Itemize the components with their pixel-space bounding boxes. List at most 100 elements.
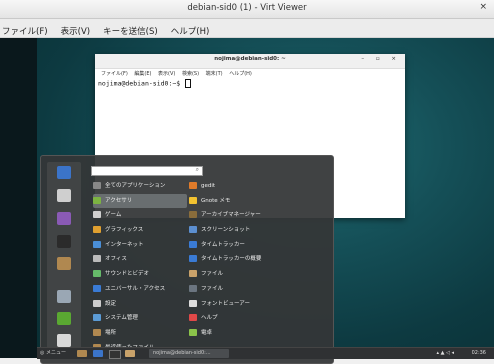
category-label: ゲーム — [105, 212, 122, 219]
terminal-menu-terminal[interactable]: 端末(T) — [206, 71, 223, 77]
application-item[interactable]: Gnote メモ — [189, 194, 329, 209]
panel-files-icon[interactable] — [77, 350, 87, 357]
internet-icon — [93, 240, 101, 248]
guest-display[interactable]: nojima@debian-sid0: ~ – ▫ × ファイル(F) 編集(E… — [0, 38, 494, 364]
panel-folder-icon[interactable] — [125, 350, 135, 357]
application-item[interactable]: フォントビューアー — [189, 297, 329, 312]
application-label: スクリーンショット — [201, 227, 251, 234]
search-input[interactable]: ⌕ — [91, 166, 203, 176]
category-label: システム管理 — [105, 315, 138, 322]
panel-menu-button[interactable]: ◎ メニュー — [40, 350, 66, 357]
application-label: gedit — [201, 183, 216, 189]
terminal-window-controls[interactable]: – ▫ × — [361, 56, 401, 62]
application-label: Gnote メモ — [201, 197, 231, 204]
accessibility-icon — [93, 284, 101, 292]
gedit-icon — [189, 182, 197, 189]
application-item[interactable]: ファイル — [189, 282, 329, 297]
files-icon — [189, 284, 197, 292]
terminal-menu-search[interactable]: 検索(S) — [182, 71, 199, 77]
application-item[interactable]: スクリーンショット — [189, 223, 329, 238]
category-label: 設定 — [105, 300, 117, 307]
display-margin — [0, 38, 37, 358]
category-item[interactable]: アクセサリ — [93, 193, 187, 209]
application-label: フォントビューアー — [201, 300, 250, 307]
category-list: 全てのアプリケーション アクセサリゲームグラフィックス インターネット オフィスサウン… — [93, 179, 187, 355]
applications-menu: ⌕ 全てのアプリケーション アクセサリゲームグラフィックス インターネット オフィスサ… — [40, 155, 334, 364]
firefox-icon[interactable] — [57, 166, 71, 179]
places-icon — [93, 328, 101, 336]
application-label: タイムトラッカー — [201, 241, 245, 248]
menu-help[interactable]: ヘルプ(H) — [167, 22, 214, 37]
system-icon — [93, 314, 101, 322]
category-label: インターネット — [105, 241, 144, 248]
application-item[interactable]: アーカイブマネージャー — [189, 208, 329, 223]
application-label: 電卓 — [201, 329, 213, 336]
archive-icon — [189, 211, 197, 219]
panel-clock[interactable]: 02:36 — [472, 350, 486, 357]
category-item[interactable]: 全てのアプリケーション — [93, 179, 187, 194]
category-label: グラフィックス — [105, 227, 144, 234]
category-item[interactable]: サウンドとビデオ — [93, 267, 187, 282]
search-icon: ⌕ — [195, 166, 199, 173]
panel-tray-icons[interactable]: ▴ ▲ ◁ ◂ — [437, 350, 454, 357]
application-label: ヘルプ — [201, 315, 218, 322]
package-icon[interactable] — [57, 212, 71, 225]
window-title: debian-sid0 (1) - Virt Viewer — [187, 3, 307, 13]
category-label: オフィス — [105, 256, 127, 263]
monitor-icon[interactable] — [57, 290, 71, 303]
terminal-titlebar[interactable]: nojima@debian-sid0: ~ – ▫ × — [95, 54, 405, 69]
menu-send-key[interactable]: キーを送信(S) — [99, 22, 162, 37]
panel-task-terminal[interactable]: nojima@debian-sid0:... — [149, 349, 229, 358]
accessories-icon — [93, 196, 101, 204]
apps-icon — [93, 182, 101, 189]
application-item[interactable]: gedit — [189, 179, 329, 194]
application-item[interactable]: ファイル — [189, 267, 329, 282]
application-label: タイムトラッカーの概要 — [201, 256, 262, 263]
menu-file[interactable]: ファイル(F) — [0, 22, 52, 37]
terminal-menu-help[interactable]: ヘルプ(H) — [229, 71, 252, 77]
application-item[interactable]: 電卓 — [189, 326, 329, 341]
category-item[interactable]: グラフィックス — [93, 223, 187, 238]
terminal-prompt[interactable]: nojima@debian-sid0:~$ — [95, 79, 405, 88]
terminal-menu-file[interactable]: ファイル(F) — [101, 71, 128, 77]
application-item[interactable]: タイムトラッカーの概要 — [189, 252, 329, 267]
category-item[interactable]: 設定 — [93, 297, 187, 312]
time-tracker-icon — [189, 240, 197, 248]
help-icon — [189, 314, 197, 322]
time-overview-icon — [189, 255, 197, 263]
folder-icon[interactable] — [57, 257, 71, 270]
category-label: ユニバーサル・アクセス — [105, 285, 166, 292]
settings-icon — [93, 299, 101, 307]
category-item[interactable]: 場所 — [93, 326, 187, 341]
font-viewer-icon — [189, 299, 197, 307]
category-label: アクセサリ — [105, 197, 133, 204]
terminal-icon[interactable] — [57, 235, 71, 248]
files-icon — [189, 270, 197, 278]
application-label: ファイル — [201, 271, 224, 278]
terminal-cursor — [185, 79, 192, 88]
category-item[interactable]: インターネット — [93, 238, 187, 253]
terminal-menubar: ファイル(F) 編集(E) 表示(V) 検索(S) 端末(T) ヘルプ(H) — [95, 69, 405, 79]
close-icon[interactable]: × — [479, 2, 487, 12]
application-item[interactable]: ヘルプ — [189, 311, 329, 326]
category-item[interactable]: オフィス — [93, 252, 187, 267]
logout-icon[interactable] — [57, 312, 71, 325]
application-item[interactable]: タイムトラッカー — [189, 238, 329, 253]
tools-icon[interactable] — [57, 189, 71, 202]
office-icon — [93, 255, 101, 263]
power-icon[interactable] — [57, 334, 71, 347]
application-label: ファイル — [201, 285, 224, 292]
panel-browser-icon[interactable] — [93, 350, 103, 357]
terminal-menu-view[interactable]: 表示(V) — [158, 71, 175, 77]
terminal-menu-edit[interactable]: 編集(E) — [134, 71, 151, 77]
category-label: 場所 — [105, 329, 117, 336]
graphics-icon — [93, 226, 101, 234]
bottom-panel: ◎ メニュー nojima@debian-sid0:... ▴ ▲ ◁ ◂ 02… — [37, 347, 494, 359]
category-label: 全てのアプリケーション — [105, 183, 166, 189]
category-item[interactable]: ユニバーサル・アクセス — [93, 282, 187, 297]
category-item[interactable]: システム管理 — [93, 311, 187, 326]
games-icon — [93, 211, 101, 219]
menu-view[interactable]: 表示(V) — [57, 22, 94, 37]
category-item[interactable]: ゲーム — [93, 208, 187, 223]
terminal-title: nojima@debian-sid0: ~ — [214, 56, 286, 62]
